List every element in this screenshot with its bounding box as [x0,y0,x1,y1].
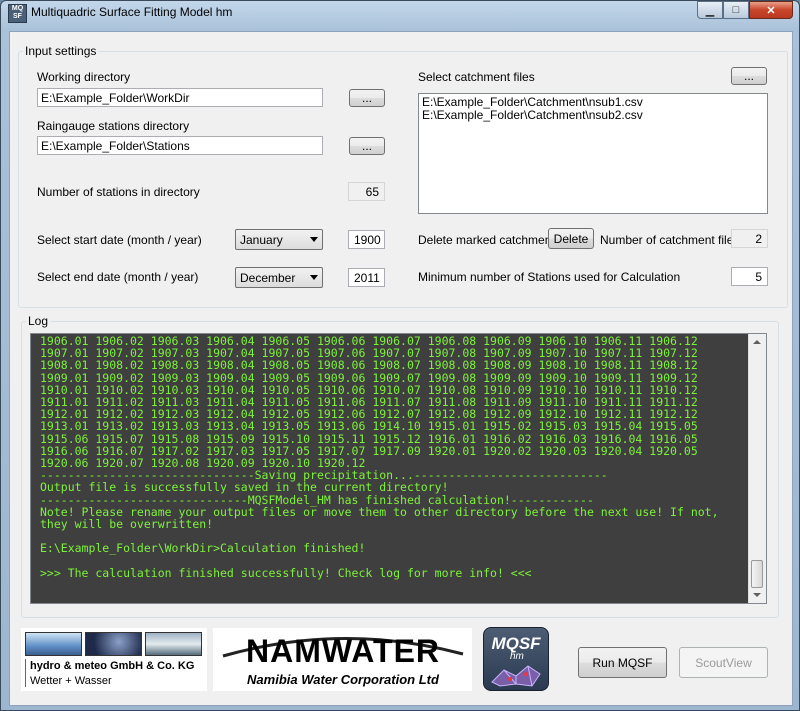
scoutview-button[interactable]: ScoutView [679,647,768,678]
close-icon: ✕ [766,4,776,17]
stations-count-value: 65 [348,182,385,201]
mqsf-logo: MQSF hm [483,627,549,691]
surface-mesh-icon [491,665,541,687]
min-stations-label: Minimum number of Stations used for Calc… [418,270,681,284]
start-month-value: January [240,233,283,247]
start-date-label: Select start date (month / year) [37,233,202,247]
minimize-icon: ▁ [705,4,715,17]
scroll-up-icon[interactable] [753,340,761,344]
log-line: they will be overwritten! [40,517,214,532]
working-directory-label: Working directory [37,70,131,84]
catchment-count-value: 2 [731,229,768,248]
list-item[interactable]: E:\Example_Folder\Catchment\nsub2.csv [422,109,764,122]
title-bar[interactable]: MQ SF Multiquadric Surface Fitting Model… [1,1,799,25]
delete-marked-label: Delete marked catchments [418,233,561,247]
window-controls: ▁ □ ✕ [697,1,793,19]
scroll-thumb[interactable] [751,560,763,588]
raingauge-directory-field[interactable]: E:\Example_Folder\Stations [37,136,323,155]
log-line: 1913.01 1913.02 1913.03 1913.04 1913.05 … [40,419,698,434]
log-line: Output file is successfully saved in the… [40,480,449,495]
delete-button[interactable]: Delete [548,228,594,249]
catchment-files-list[interactable]: E:\Example_Folder\Catchment\nsub1.csv E:… [418,93,768,214]
start-month-select[interactable]: January [235,229,323,250]
lightning-photo [85,632,142,656]
main-window: MQ SF Multiquadric Surface Fitting Model… [0,0,800,711]
working-directory-field[interactable]: E:\Example_Folder\WorkDir [37,88,323,107]
mqsf-logo-sub: hm [510,651,524,662]
log-line: >>> The calculation finished successfull… [40,565,532,580]
maximize-button[interactable]: □ [723,1,749,19]
working-directory-browse-button[interactable]: ... [349,89,385,107]
close-button[interactable]: ✕ [749,1,793,19]
namwater-subtitle: Namibia Water Corporation Ltd [247,672,439,687]
waterfall-photo [145,632,202,656]
start-year-field[interactable]: 1900 [348,230,385,249]
namwater-logo: NAMWATER Namibia Water Corporation Ltd [213,628,472,691]
logo-divider [25,659,26,687]
raingauge-directory-browse-button[interactable]: ... [349,137,385,155]
hydromet-tagline: Wetter + Wasser [30,675,112,687]
end-date-label: Select end date (month / year) [37,270,199,284]
catchment-files-label: Select catchment files [418,70,535,84]
min-stations-field[interactable]: 5 [731,267,768,286]
chevron-down-icon [310,275,318,280]
log-line: 1909.01 1909.02 1909.03 1909.04 1909.05 … [40,370,698,385]
chevron-down-icon [310,237,318,242]
minimize-button[interactable]: ▁ [697,1,723,19]
log-line: 1915.06 1915.07 1915.08 1915.09 1915.10 … [40,431,698,446]
end-month-select[interactable]: December [235,267,323,288]
log-line: E:\Example_Folder\WorkDir>Calculation fi… [40,541,366,556]
log-content: 1906.01 1906.02 1906.03 1906.04 1906.05 … [40,335,750,579]
hydromet-name: hydro & meteo GmbH & Co. KG [30,660,195,672]
end-year-field[interactable]: 2011 [348,268,385,287]
log-legend: Log [28,314,49,328]
log-scrollbar[interactable] [748,334,766,603]
maximize-icon: □ [732,4,740,16]
log-line: ------------------------------MQSFModel_… [40,492,594,507]
catchment-count-label: Number of catchment files [600,233,740,247]
raingauge-directory-label: Raingauge stations directory [37,119,190,133]
log-line: 1908.01 1908.02 1908.03 1908.04 1908.05 … [40,358,698,373]
hydromet-logo: hydro & meteo GmbH & Co. KG Wetter + Was… [21,628,207,691]
water-photo [25,632,82,656]
app-icon: MQ SF [8,4,27,23]
catchment-files-browse-button[interactable]: ... [731,67,767,85]
scroll-down-icon[interactable] [753,593,761,597]
input-settings-legend: Input settings [25,44,97,58]
log-textbox[interactable]: 1906.01 1906.02 1906.03 1906.04 1906.05 … [30,333,767,604]
namwater-name: NAMWATER [245,633,441,669]
run-mqsf-button[interactable]: Run MQSF [578,647,667,678]
end-month-value: December [240,271,296,285]
window-title: Multiquadric Surface Fitting Model hm [31,5,233,19]
stations-count-label: Number of stations in directory [37,185,200,199]
